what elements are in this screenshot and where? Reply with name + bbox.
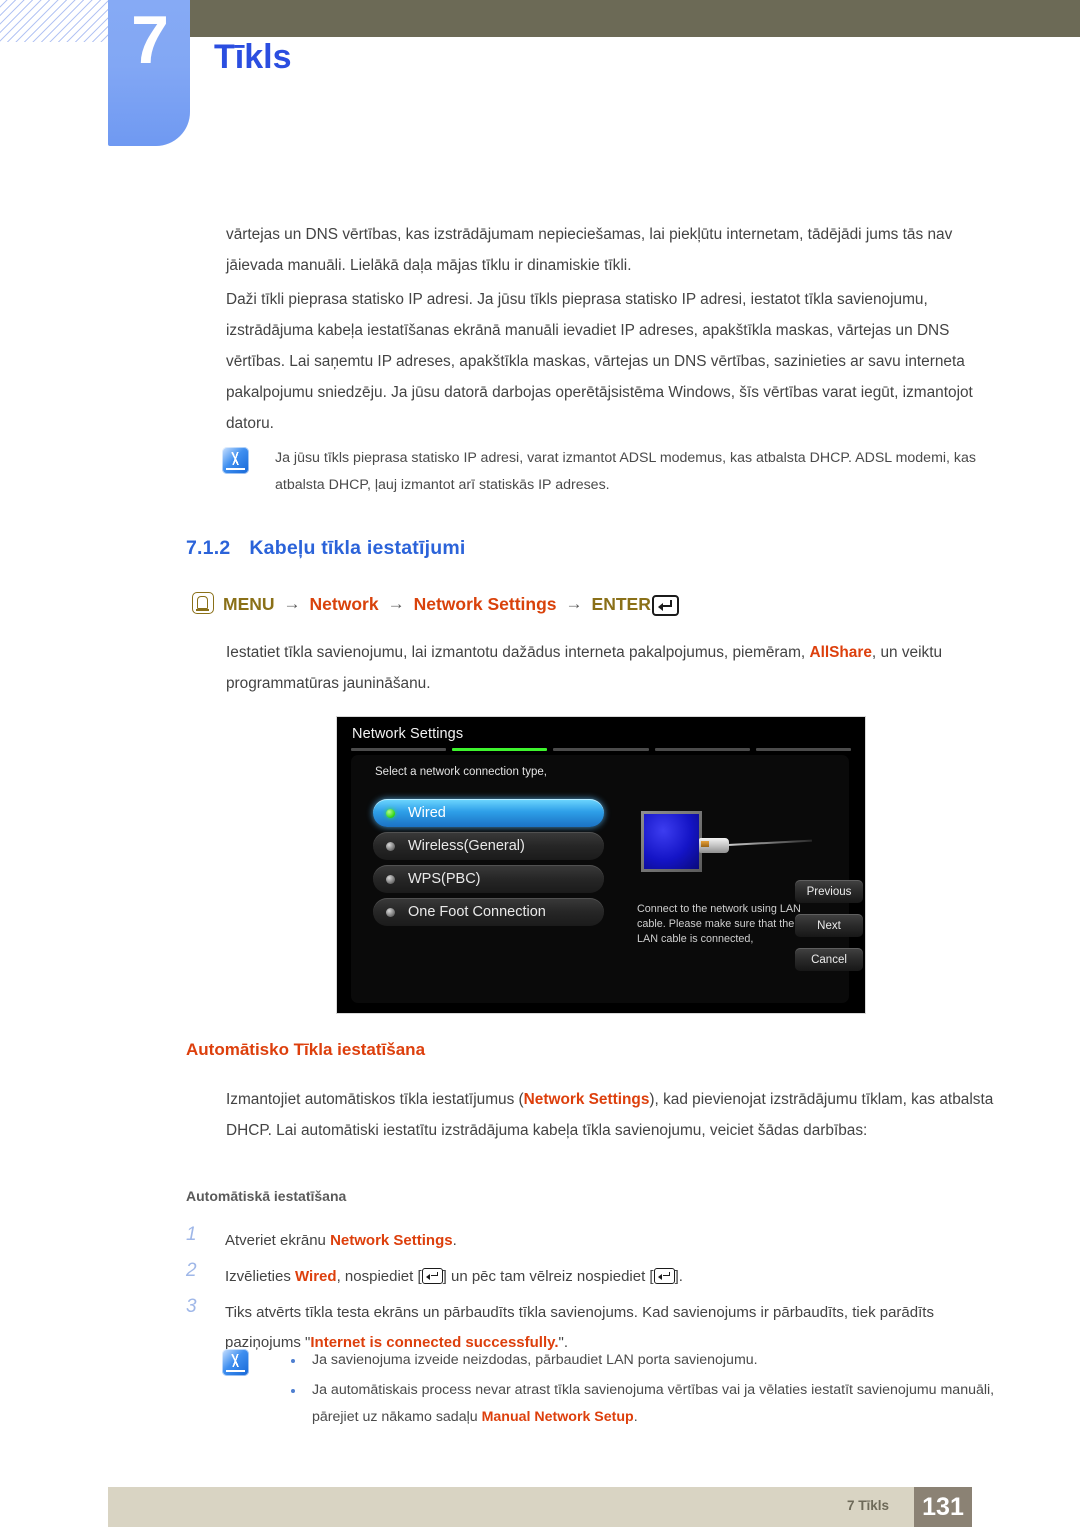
- tv-option-label: One Foot Connection: [408, 904, 546, 920]
- step-2-highlight: Wired: [295, 1268, 337, 1285]
- tv-option-wireless-general[interactable]: Wireless(General): [373, 832, 604, 860]
- intro-allshare: AllShare: [809, 644, 872, 661]
- auto-setup-paragraph: Izmantojiet automātiskos tīkla iestatīju…: [226, 1084, 998, 1146]
- note-bottom-item-2: Ja automātiskais process nevar atrast tī…: [275, 1377, 1012, 1431]
- menu-path-menu: MENU: [223, 593, 275, 614]
- tv-description-text: Connect to the network using LAN cable. …: [637, 903, 801, 945]
- auto-setup-subheading: Automātiskā iestatīšana: [186, 1188, 347, 1204]
- tv-cancel-button[interactable]: Cancel: [795, 948, 863, 971]
- enter-key-icon: [421, 1268, 443, 1285]
- step-2: 2 Izvēlieties Wired, nospiediet [ ] un pē…: [186, 1260, 998, 1292]
- note-box-bottom: Ja savienojuma izveide neizdodas, pārbau…: [222, 1347, 1012, 1434]
- tv-progress-tabs: [351, 748, 852, 751]
- menu-path-enter: ENTER: [591, 593, 651, 614]
- tv-option-wired[interactable]: Wired: [373, 799, 604, 827]
- note-top-text: Ja jūsu tīkls pieprasa statisko IP adres…: [275, 450, 977, 493]
- tv-option-label: WPS(PBC): [408, 871, 481, 887]
- tv-prompt-text: Select a network connection type,: [375, 766, 547, 778]
- tv-screenshot: Network Settings Select a network connec…: [336, 716, 866, 1014]
- step-2-mid1: , nospiediet [: [336, 1268, 422, 1285]
- lan-plug-icon: [699, 838, 729, 853]
- auto-setup-heading: Automātisko Tīkla iestatīšana: [186, 1040, 426, 1059]
- chapter-number: 7: [131, 2, 169, 78]
- section-title: Kabeļu tīkla iestatījumi: [249, 537, 466, 559]
- step-2-after: ].: [674, 1268, 683, 1285]
- tv-button-group: Previous Next Cancel: [795, 880, 863, 982]
- footer-chapter-label: 7 Tīkls: [846, 1498, 889, 1513]
- enter-key-icon: [651, 594, 679, 616]
- tv-previous-button[interactable]: Previous: [795, 880, 863, 903]
- menu-path-network-settings: Network Settings: [413, 593, 557, 614]
- lan-cable-illustration: [727, 839, 812, 846]
- step-1-highlight: Network Settings: [330, 1232, 453, 1249]
- footer-page-number: 131: [914, 1487, 972, 1527]
- tv-tab-4: [654, 748, 750, 751]
- tv-option-one-foot-connection[interactable]: One Foot Connection: [373, 898, 604, 926]
- enter-key-icon: [653, 1268, 675, 1285]
- menu-path-arrow-3: →: [565, 594, 583, 613]
- lan-port-illustration: [641, 811, 702, 872]
- menu-path-line: MENU → Network → Network Settings → ENTE…: [192, 592, 679, 616]
- intro-paragraph: Iestatiet tīkla savienojumu, lai izmanto…: [226, 637, 998, 699]
- paragraph-1: vārtejas un DNS vērtības, kas izstrādāju…: [226, 226, 953, 274]
- lan-port-face: [644, 814, 699, 869]
- note-bottom-list: Ja savienojuma izveide neizdodas, pārbau…: [222, 1347, 1012, 1431]
- note-bottom-item-2-before: Ja automātiskais process nevar atrast tī…: [312, 1382, 995, 1425]
- tv-content-panel: Select a network connection type, Wired …: [351, 755, 863, 1003]
- step-1: 1 Atveriet ekrānu Network Settings.: [186, 1224, 998, 1256]
- radio-unselected-icon: [386, 907, 395, 917]
- tv-tab-3: [553, 748, 649, 751]
- menu-button-icon: [192, 592, 214, 614]
- step-2-number: 2: [186, 1260, 197, 1281]
- step-1-after: .: [452, 1232, 457, 1249]
- tv-screen-title: Network Settings: [352, 726, 464, 742]
- menu-path-arrow-1: →: [283, 594, 301, 613]
- step-1-number: 1: [186, 1224, 197, 1245]
- tv-option-label: Wired: [408, 805, 446, 821]
- step-1-text: Atveriet ekrānu Network Settings.: [186, 1226, 998, 1256]
- tv-connection-type-list: Wired Wireless(General) WPS(PBC) One Foo…: [373, 799, 604, 931]
- radio-selected-icon: [386, 808, 395, 818]
- chapter-tab: 7: [108, 0, 190, 146]
- note-bottom-item-2-highlight: Manual Network Setup: [481, 1409, 634, 1425]
- note-bottom-item-2-after: .: [633, 1409, 638, 1425]
- step-2-text: Izvēlieties Wired, nospiediet [ ] un pēc …: [186, 1262, 998, 1292]
- radio-unselected-icon: [386, 841, 395, 851]
- tv-tab-2-active: [452, 748, 548, 751]
- step-2-before: Izvēlieties: [225, 1268, 296, 1285]
- tv-next-button[interactable]: Next: [795, 914, 863, 937]
- tv-tab-5: [755, 748, 852, 751]
- step-3-number: 3: [186, 1296, 197, 1317]
- radio-unselected-icon: [386, 874, 395, 884]
- auto-body-before: Izmantojiet automātiskos tīkla iestatīju…: [226, 1091, 524, 1108]
- footer-bar: 7 Tīkls 131: [108, 1487, 972, 1527]
- auto-body-highlight: Network Settings: [523, 1091, 650, 1108]
- menu-path-network: Network: [309, 593, 379, 614]
- note-pen-icon: [222, 447, 249, 474]
- section-number: 7.1.2: [186, 537, 231, 559]
- menu-path-arrow-2: →: [387, 594, 405, 613]
- note-box-top: Ja jūsu tīkls pieprasa statisko IP adres…: [222, 445, 1012, 499]
- step-2-mid2: ] un pēc tam vēlreiz nospiediet [: [442, 1268, 654, 1285]
- header-olive-bar: [190, 0, 1080, 37]
- tv-option-label: Wireless(General): [408, 838, 525, 854]
- tv-tab-1: [351, 748, 447, 751]
- note-bottom-item-1: Ja savienojuma izveide neizdodas, pārbau…: [275, 1347, 1012, 1374]
- paragraph-2: Daži tīkli pieprasa statisko IP adresi. …: [226, 291, 973, 432]
- intro-before: Iestatiet tīkla savienojumu, lai izmanto…: [226, 644, 810, 661]
- chapter-title: Tīkls: [214, 38, 292, 76]
- section-heading: 7.1.2 Kabeļu tīkla iestatījumi: [186, 537, 466, 560]
- decorative-hatch-pattern: [0, 0, 110, 42]
- tv-option-wps-pbc[interactable]: WPS(PBC): [373, 865, 604, 893]
- note-pen-icon: [222, 1349, 249, 1376]
- step-1-before: Atveriet ekrānu: [225, 1232, 331, 1249]
